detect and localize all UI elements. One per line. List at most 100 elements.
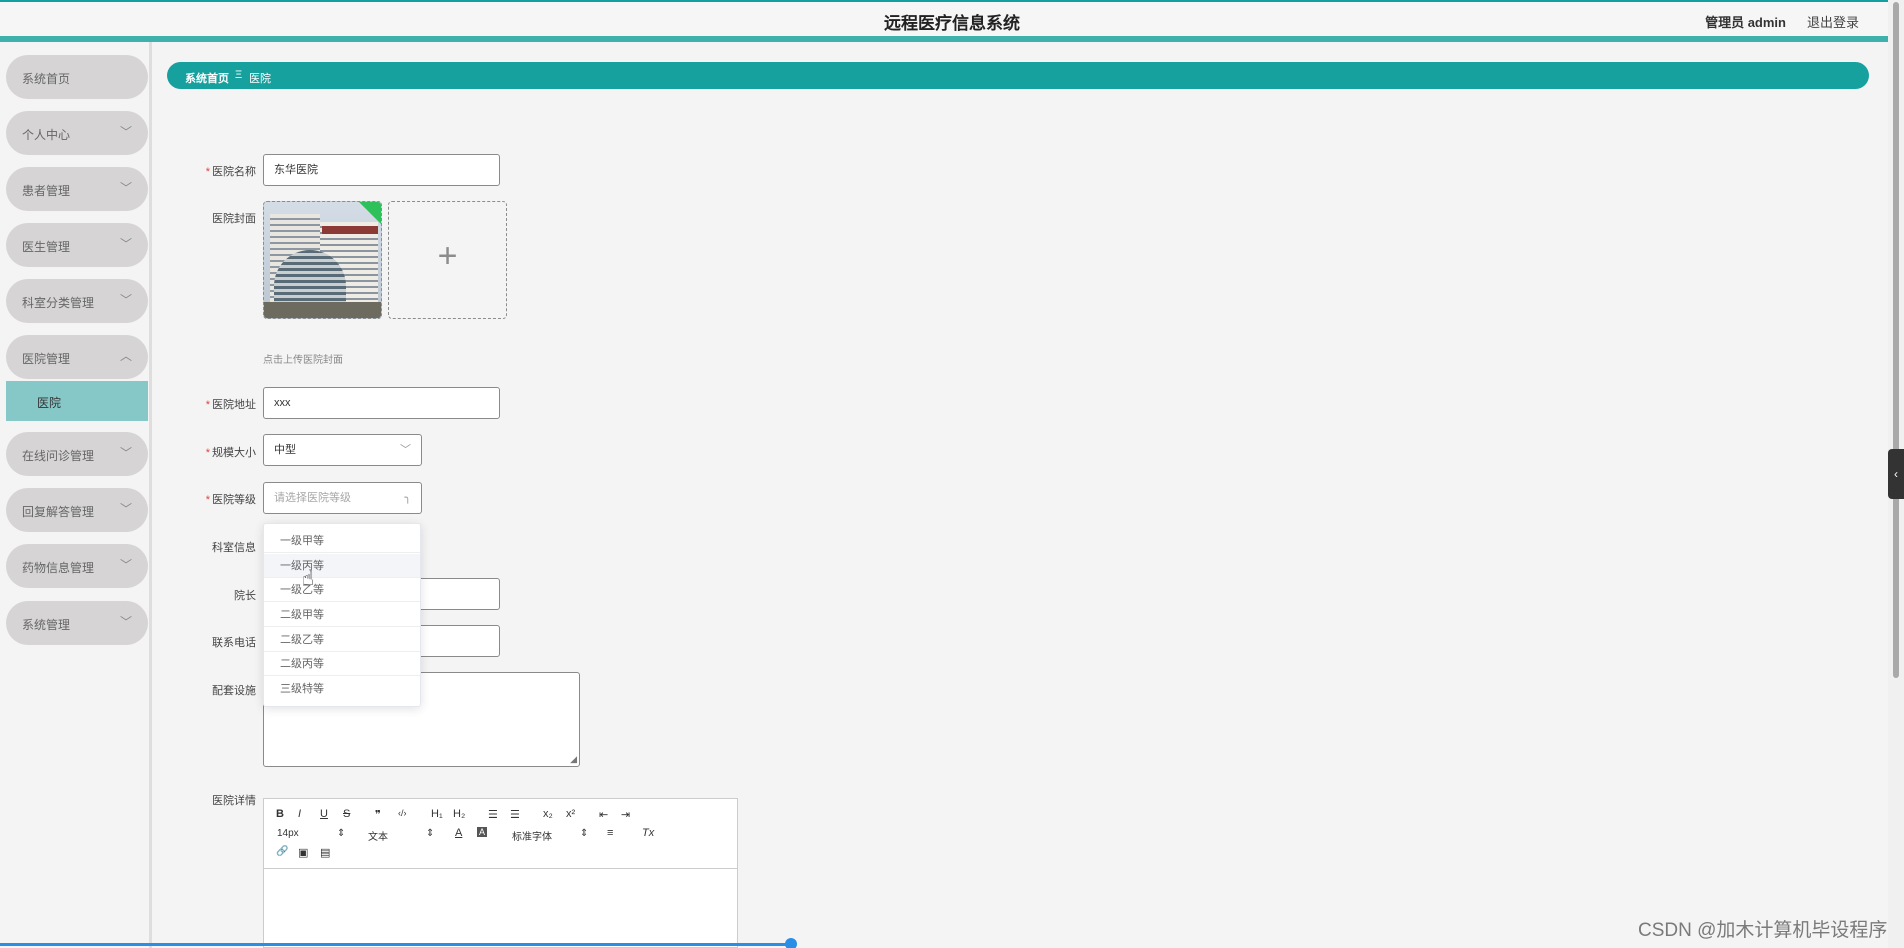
- hospital-cover-image[interactable]: [263, 201, 382, 319]
- progress-handle[interactable]: [785, 938, 797, 948]
- sidebar-item-patients[interactable]: 患者管理 ﹀: [6, 167, 148, 211]
- video-icon[interactable]: ▤: [320, 846, 330, 859]
- sidebar-item-label: 回复解答管理: [22, 505, 95, 519]
- sidebar-subitem-label: 医院: [37, 396, 62, 410]
- hospital-level-placeholder: 请选择医院等级: [274, 492, 351, 504]
- sidebar-item-consultations[interactable]: 在线问诊管理 ﹀: [6, 432, 148, 476]
- chevron-down-icon: ﹀: [119, 502, 132, 516]
- breadcrumb-current: 医院: [249, 73, 271, 85]
- hospital-detail-label: 医院详情: [212, 795, 256, 807]
- sidebar-item-label: 系统首页: [22, 72, 71, 86]
- link-icon[interactable]: 🔗: [276, 846, 288, 857]
- dropdown-option[interactable]: 二级甲等: [264, 603, 420, 627]
- sidebar-item-label: 医院管理: [22, 352, 71, 366]
- sidebar-item-label: 医生管理: [22, 240, 71, 254]
- background-color-icon[interactable]: A: [477, 827, 488, 837]
- image-icon[interactable]: ▣: [298, 846, 308, 859]
- chevron-down-icon: ﹀: [119, 615, 132, 629]
- collapse-handle-icon[interactable]: ‹: [1888, 449, 1904, 499]
- underline-icon[interactable]: U: [320, 808, 328, 820]
- sidebar-item-hospitals[interactable]: 医院管理 ︿: [6, 335, 148, 379]
- hospital-size-select[interactable]: 中型 ﹀: [263, 434, 422, 466]
- hospital-address-input[interactable]: xxx: [263, 387, 500, 419]
- sidebar-item-departments[interactable]: 科室分类管理 ﹀: [6, 279, 148, 323]
- chevron-down-icon: ﹀: [400, 444, 411, 456]
- hand-cursor-icon: ☝: [302, 568, 315, 590]
- upload-success-icon: [359, 202, 381, 224]
- breadcrumb: 系统首页 Ξ 医院: [167, 62, 1869, 89]
- block-format-select[interactable]: 文本: [368, 828, 388, 843]
- resize-handle-icon[interactable]: ◢: [570, 754, 577, 765]
- hospital-name-label: * 医院名称: [205, 166, 256, 178]
- breadcrumb-home-link[interactable]: 系统首页: [185, 70, 229, 86]
- sidebar-item-label: 在线问诊管理: [22, 449, 95, 463]
- dropdown-option[interactable]: 三级特等: [264, 677, 420, 701]
- sidebar: 系统首页 个人中心 ﹀ 患者管理 ﹀ 医生管理 ﹀ 科室分类管理 ﹀ 医院管理 …: [0, 42, 152, 948]
- sidebar-item-medicines[interactable]: 药物信息管理 ﹀: [6, 544, 148, 588]
- chevron-down-icon: ﹀: [119, 446, 132, 460]
- sidebar-item-home[interactable]: 系统首页: [6, 55, 148, 99]
- code-icon[interactable]: ‹/›: [398, 808, 407, 818]
- hospital-level-dropdown: 一级甲等 一级丙等 一级乙等 二级甲等 二级乙等 二级丙等 三级特等: [263, 523, 421, 707]
- header-accent-bar: [0, 36, 1904, 42]
- hospital-level-select[interactable]: 请选择医院等级 ╮: [263, 482, 422, 514]
- current-user: 管理员 admin: [1705, 15, 1786, 30]
- ordered-list-icon[interactable]: ☰: [488, 808, 498, 821]
- subscript-icon[interactable]: x₂: [543, 808, 553, 820]
- bold-icon[interactable]: B: [276, 808, 284, 820]
- dropdown-option[interactable]: 一级丙等: [264, 554, 420, 578]
- quote-icon[interactable]: ❞: [375, 808, 381, 821]
- dropdown-option[interactable]: 二级丙等: [264, 652, 420, 676]
- chevron-down-icon: ﹀: [119, 125, 132, 139]
- hospital-size-value: 中型: [274, 444, 296, 456]
- bullet-list-icon[interactable]: ☰: [510, 808, 520, 821]
- chevron-down-icon: ﹀: [119, 293, 132, 307]
- cover-upload-hint: 点击上传医院封面: [263, 355, 343, 366]
- sidebar-item-system[interactable]: 系统管理 ﹀: [6, 601, 148, 645]
- chevron-down-icon: ﹀: [119, 237, 132, 251]
- italic-icon[interactable]: I: [298, 808, 301, 820]
- department-info-label: 科室信息: [212, 542, 256, 554]
- cover-upload-button[interactable]: +: [388, 201, 507, 319]
- chevron-up-icon: ︿: [119, 349, 132, 363]
- dean-label: 院长: [234, 590, 256, 602]
- dropdown-option[interactable]: 一级乙等: [264, 578, 420, 602]
- logout-link[interactable]: 退出登录: [1807, 12, 1859, 31]
- indent-icon[interactable]: ⇥: [621, 808, 630, 821]
- superscript-icon[interactable]: x²: [566, 808, 575, 820]
- hospital-address-label: * 医院地址: [205, 399, 256, 411]
- watermark: CSDN @加木计算机毕设程序: [1638, 920, 1888, 941]
- scrollbar-thumb[interactable]: [1893, 2, 1899, 678]
- sidebar-item-personal-center[interactable]: 个人中心 ﹀: [6, 111, 148, 155]
- font-color-icon[interactable]: A: [455, 827, 462, 839]
- phone-label: 联系电话: [212, 637, 256, 649]
- sidebar-item-replies[interactable]: 回复解答管理 ﹀: [6, 488, 148, 532]
- horizontal-progress-bar: [0, 943, 790, 946]
- hospital-name-input[interactable]: 东华医院: [263, 154, 500, 186]
- sidebar-item-label: 药物信息管理: [22, 561, 95, 575]
- heading2-icon[interactable]: H₂: [453, 808, 465, 820]
- editor-toolbar: B I U S ❞ ‹/› H₁ H₂ ☰ ☰ x₂ x² ⇤ ⇥ 14px ⇕…: [264, 799, 737, 869]
- sidebar-item-doctors[interactable]: 医生管理 ﹀: [6, 223, 148, 267]
- strike-icon[interactable]: S: [343, 808, 350, 820]
- hospital-level-label: * 医院等级: [205, 494, 256, 506]
- heading1-icon[interactable]: H₁: [431, 808, 443, 820]
- sidebar-subitem-hospital[interactable]: 医院: [6, 381, 148, 421]
- facilities-label: 配套设施: [212, 685, 256, 697]
- sidebar-item-label: 患者管理: [22, 184, 71, 198]
- hospital-size-label: * 规模大小: [205, 447, 256, 459]
- align-icon[interactable]: ≡: [607, 827, 613, 839]
- hospital-cover-label: 医院封面: [212, 213, 256, 225]
- sidebar-item-label: 个人中心: [22, 128, 71, 142]
- breadcrumb-separator-icon: Ξ: [235, 69, 243, 81]
- sidebar-item-label: 系统管理: [22, 618, 71, 632]
- plus-icon: +: [437, 237, 458, 275]
- dropdown-option[interactable]: 二级乙等: [264, 628, 420, 652]
- font-family-select[interactable]: 标准字体: [512, 828, 552, 843]
- rich-text-editor[interactable]: B I U S ❞ ‹/› H₁ H₂ ☰ ☰ x₂ x² ⇤ ⇥ 14px ⇕…: [263, 798, 738, 948]
- clear-format-icon[interactable]: Tx: [642, 827, 654, 839]
- outdent-icon[interactable]: ⇤: [599, 808, 608, 821]
- dropdown-option[interactable]: 一级甲等: [264, 529, 420, 553]
- font-size-select[interactable]: 14px: [277, 828, 299, 839]
- loading-icon: ╮: [404, 492, 411, 504]
